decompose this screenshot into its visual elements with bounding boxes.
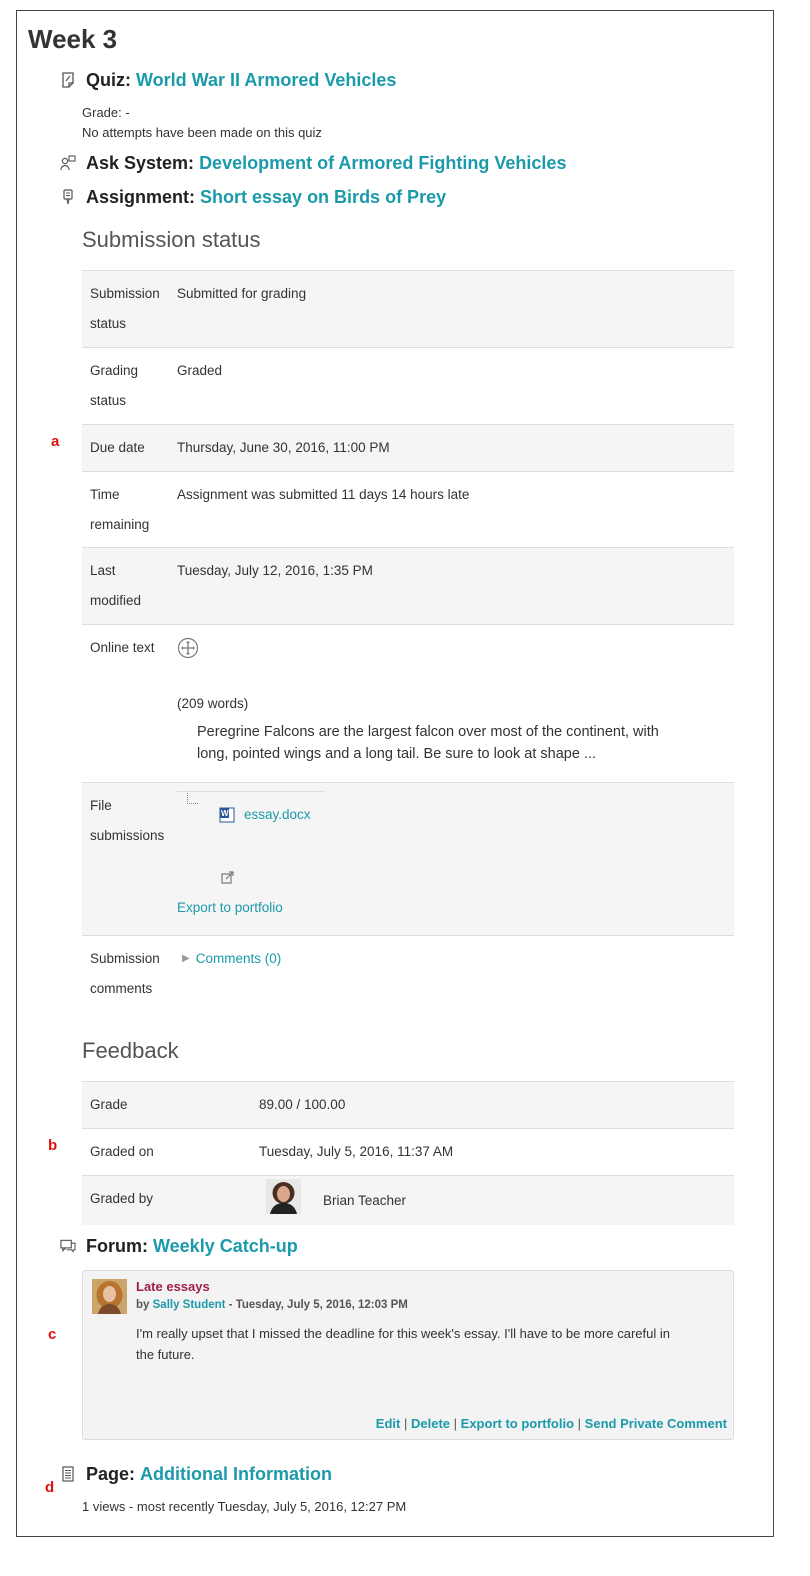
feedback-heading: Feedback bbox=[82, 1038, 179, 1063]
row-value: Submitted for grading bbox=[177, 286, 307, 301]
feedback-table: Grade 89.00 / 100.00 Graded on Tuesday, … bbox=[82, 1081, 734, 1225]
export-portfolio-link[interactable]: Export to portfolio bbox=[177, 893, 283, 923]
avatar bbox=[266, 1179, 301, 1214]
forum-type-label: Forum: bbox=[86, 1235, 148, 1256]
quiz-type-label: Quiz: bbox=[86, 69, 131, 90]
table-row: Submission status Submitted for grading bbox=[82, 271, 734, 348]
online-text-excerpt: Peregrine Falcons are the largest falcon… bbox=[197, 724, 659, 762]
forum-post: Late essays by Sally Student - Tuesday, … bbox=[82, 1270, 734, 1440]
post-byline: by Sally Student - Tuesday, July 5, 2016… bbox=[136, 1299, 408, 1311]
row-value: Assignment was submitted 11 days 14 hour… bbox=[177, 487, 470, 502]
row-label: Grading status bbox=[90, 363, 139, 408]
row-label: Time remaining bbox=[90, 487, 150, 532]
quiz-attempts: No attempts have been made on this quiz bbox=[82, 125, 322, 140]
row-label: Graded by bbox=[90, 1191, 154, 1206]
online-text-row: Online text (209 words) Peregrine Falcon… bbox=[82, 625, 734, 783]
edit-link[interactable]: Edit bbox=[376, 1416, 401, 1431]
tree-line bbox=[177, 791, 325, 792]
page-type-label: Page: bbox=[86, 1463, 136, 1484]
page-activity: Page: Additional Information bbox=[60, 1461, 332, 1487]
quiz-grade: Grade: - bbox=[82, 105, 130, 120]
row-label: Due date bbox=[90, 440, 145, 455]
table-row: Last modified Tuesday, July 12, 2016, 1:3… bbox=[82, 548, 734, 625]
assignment-type-label: Assignment: bbox=[86, 186, 196, 207]
post-date: - Tuesday, July 5, 2016, 12:03 PM bbox=[225, 1299, 408, 1311]
submission-status-table: Submission status Submitted for grading G… bbox=[82, 270, 734, 1012]
ask-link[interactable]: Development of Armored Fighting Vehicles bbox=[199, 153, 566, 174]
row-label: Online text bbox=[90, 640, 155, 655]
word-document-icon: W bbox=[219, 807, 235, 823]
table-row: Graded by Brian Teacher bbox=[82, 1176, 734, 1225]
row-label: Submission status bbox=[90, 286, 160, 331]
tree-connector bbox=[187, 791, 198, 804]
quiz-link[interactable]: World War II Armored Vehicles bbox=[136, 70, 396, 91]
word-count: (209 words) bbox=[177, 696, 249, 711]
row-label: Graded on bbox=[90, 1144, 154, 1159]
page-views: 1 views - most recently Tuesday, July 5,… bbox=[82, 1499, 407, 1514]
forum-icon bbox=[60, 1238, 76, 1254]
expand-triangle-icon[interactable]: ▶ bbox=[182, 944, 190, 974]
ask-type-label: Ask System: bbox=[86, 152, 195, 173]
grade-value: 89.00 / 100.00 bbox=[259, 1097, 346, 1112]
svg-text:W: W bbox=[221, 809, 229, 818]
quiz-activity: Quiz: World War II Armored Vehicles bbox=[60, 67, 396, 93]
assignment-activity: Assignment: Short essay on Birds of Prey bbox=[60, 184, 446, 210]
table-row: Due date Thursday, June 30, 2016, 11:00 … bbox=[82, 425, 734, 472]
file-link[interactable]: essay.docx bbox=[244, 800, 311, 830]
row-value: Tuesday, July 12, 2016, 1:35 PM bbox=[177, 563, 373, 578]
annotation-marker-b: b bbox=[48, 1137, 58, 1154]
delete-link[interactable]: Delete bbox=[411, 1416, 450, 1431]
week-title: Week 3 bbox=[28, 24, 118, 54]
post-body: I'm really upset that I missed the deadl… bbox=[136, 1326, 670, 1362]
submission-status-heading: Submission status bbox=[82, 227, 261, 252]
grader-name: Brian Teacher bbox=[323, 1193, 407, 1208]
graded-on-value: Tuesday, July 5, 2016, 11:37 AM bbox=[259, 1144, 454, 1159]
avatar bbox=[92, 1279, 127, 1314]
annotation-marker-c: c bbox=[48, 1326, 57, 1343]
export-portfolio-icon[interactable] bbox=[221, 870, 235, 884]
post-author-link[interactable]: Sally Student bbox=[153, 1299, 226, 1311]
submission-comments-row: Submission comments ▶ Comments (0) bbox=[82, 936, 734, 1012]
file-submissions-row: File submissions W essay.docx Export to p… bbox=[82, 783, 734, 936]
page-link[interactable]: Additional Information bbox=[140, 1464, 332, 1485]
row-label: Grade bbox=[90, 1097, 128, 1112]
export-portfolio-link[interactable]: Export to portfolio bbox=[461, 1416, 574, 1431]
row-label: Submission comments bbox=[90, 951, 160, 996]
forum-link[interactable]: Weekly Catch-up bbox=[153, 1236, 298, 1257]
post-subject[interactable]: Late essays bbox=[136, 1279, 210, 1294]
expand-plus-icon[interactable] bbox=[177, 637, 199, 659]
page-icon bbox=[60, 1466, 76, 1482]
comments-link[interactable]: Comments (0) bbox=[196, 944, 282, 974]
table-row: Graded on Tuesday, July 5, 2016, 11:37 A… bbox=[82, 1129, 734, 1176]
table-row: Grading status Graded bbox=[82, 348, 734, 425]
post-actions: Edit | Delete | Export to portfolio | Se… bbox=[375, 1416, 727, 1431]
annotation-marker-a: a bbox=[51, 433, 60, 450]
row-value: Thursday, June 30, 2016, 11:00 PM bbox=[177, 440, 390, 455]
send-private-comment-link[interactable]: Send Private Comment bbox=[585, 1416, 727, 1431]
table-row: Grade 89.00 / 100.00 bbox=[82, 1082, 734, 1129]
annotation-marker-d: d bbox=[45, 1479, 55, 1496]
ask-activity: Ask System: Development of Armored Fight… bbox=[60, 150, 566, 176]
assignment-link[interactable]: Short essay on Birds of Prey bbox=[200, 187, 446, 208]
forum-activity: Forum: Weekly Catch-up bbox=[60, 1233, 298, 1259]
row-label: Last modified bbox=[90, 563, 142, 608]
row-label: File submissions bbox=[90, 798, 165, 843]
ask-system-icon bbox=[60, 155, 76, 171]
quiz-icon bbox=[60, 72, 76, 88]
assignment-icon bbox=[60, 189, 76, 205]
row-value: Graded bbox=[177, 363, 223, 378]
table-row: Time remaining Assignment was submitted 1… bbox=[82, 472, 734, 548]
